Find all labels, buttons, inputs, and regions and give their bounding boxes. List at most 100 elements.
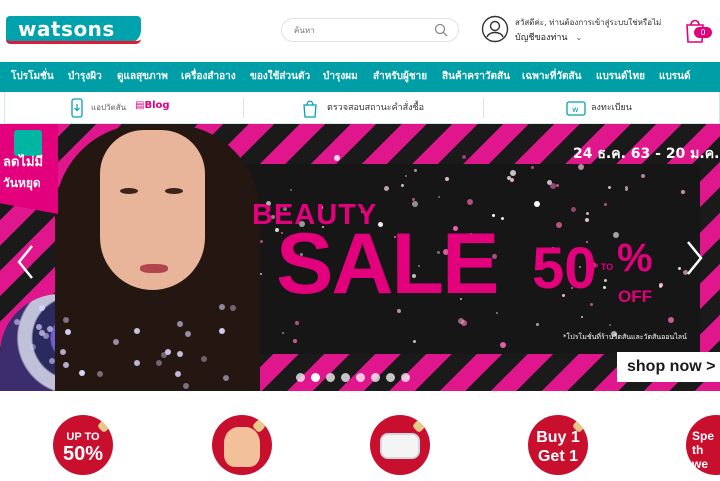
sequin-dot xyxy=(229,305,236,312)
main-nav: โปรโมชั่น บำรุงผิว ดูแลสุขภาพ เครื่องสำอ… xyxy=(0,62,720,92)
cart-count-badge: 0 xyxy=(694,27,712,38)
nav-item-skincare[interactable]: บำรุงผิว xyxy=(68,62,102,92)
confetti-dot xyxy=(580,315,583,318)
carousel-dot[interactable] xyxy=(371,373,380,382)
promo-bag-icon xyxy=(14,130,42,156)
carousel-dot[interactable] xyxy=(386,373,395,382)
carousel-dot[interactable] xyxy=(296,373,305,382)
sequin-dot xyxy=(46,326,53,333)
sequin-dot xyxy=(42,332,49,339)
sequin-dot xyxy=(62,361,69,368)
confetti-dot xyxy=(293,338,298,343)
search-icon[interactable] xyxy=(434,23,448,37)
confetti-dot xyxy=(536,322,540,326)
carousel-dot[interactable] xyxy=(341,373,350,382)
confetti-dot xyxy=(677,267,681,271)
promo-line2: วันหยุด xyxy=(3,176,41,190)
shopping-bag-icon xyxy=(303,100,317,118)
nav-item-watsons-exclusive[interactable]: เฉพาะที่วัตสัน xyxy=(522,62,581,92)
bow-icon xyxy=(411,418,427,434)
service-strip: แอปวัตสัน ตรวจสอบสถานะคำสั่งซื้อ w ลงทะเ… xyxy=(4,92,720,124)
confetti-dot xyxy=(590,302,594,306)
phone-icon xyxy=(71,98,83,118)
nav-item-haircare[interactable]: บำรุงผม xyxy=(323,62,358,92)
glove-icon xyxy=(224,427,260,467)
carousel-dot[interactable] xyxy=(401,373,410,382)
header: watsons สวัสดีค่ะ, ท่านต้องการเข้าสู่ระบ… xyxy=(0,0,720,62)
confetti-dot xyxy=(294,320,299,325)
sequin-dot xyxy=(30,343,37,350)
nav-item-health[interactable]: ดูแลสุขภาพ xyxy=(117,62,168,92)
sequin-dot xyxy=(133,327,140,334)
promo-note: *โปรโมชั่นที่ร้านวัตสันและวัตสันออนไลน์ xyxy=(563,333,687,341)
nav-item-promotion[interactable]: โปรโมชั่น xyxy=(11,62,54,92)
confetti-dot xyxy=(500,216,504,220)
category-gloves[interactable] xyxy=(212,415,272,475)
category-line2: th xyxy=(692,443,704,457)
confetti-dot xyxy=(603,202,607,206)
confetti-dot xyxy=(412,339,416,343)
carousel-dot[interactable] xyxy=(356,373,365,382)
chevron-right-icon[interactable] xyxy=(682,238,706,278)
confetti-dot xyxy=(603,278,607,282)
promo-line1: ลดไม่มี xyxy=(3,155,44,170)
category-line1: Spe xyxy=(692,429,715,443)
watsons-card-icon: w xyxy=(566,101,586,116)
confetti-dot xyxy=(467,198,474,205)
confetti-dot xyxy=(499,342,506,349)
category-masks[interactable] xyxy=(370,415,430,475)
nav-item-brands[interactable]: แบรนด์ xyxy=(659,62,691,92)
off-label: OFF xyxy=(618,287,652,306)
account-label: บัญชีของท่าน xyxy=(515,33,568,43)
nav-item-thai-brand[interactable]: แบรนด์ไทย xyxy=(596,62,645,92)
model-lips xyxy=(140,264,168,273)
greeting-text: สวัสดีค่ะ, ท่านต้องการเข้าสู่ระบบใช่หรือ… xyxy=(515,18,662,27)
model-eye xyxy=(165,188,183,194)
blog-link[interactable]: ▤Blog xyxy=(133,100,172,111)
nav-item-cosmetics[interactable]: เครื่องสำอาง xyxy=(181,62,236,92)
confetti-dot xyxy=(585,212,589,216)
category-line2: 50% xyxy=(62,443,104,465)
sequin-dot xyxy=(13,318,20,325)
mask-icon xyxy=(380,433,420,459)
divider xyxy=(243,98,244,118)
divider xyxy=(483,98,484,118)
app-download-link[interactable]: แอปวัตสัน xyxy=(91,92,126,124)
confetti-dot xyxy=(333,154,340,161)
category-line1: Buy 1 xyxy=(536,429,580,446)
sequin-dot xyxy=(161,351,168,358)
nav-item-men[interactable]: สำหรับผู้ชาย xyxy=(373,62,427,92)
category-special[interactable]: Spe th we xyxy=(686,415,720,475)
promo-tag: ลดไม่มี วันหยุด xyxy=(0,124,58,214)
search-box[interactable] xyxy=(281,18,459,42)
confetti-dot xyxy=(411,201,418,208)
sequin-dot xyxy=(177,320,184,327)
sequin-dot xyxy=(64,328,71,335)
search-input[interactable] xyxy=(294,23,434,38)
confetti-dot xyxy=(680,189,685,194)
account-menu[interactable]: บัญชีของท่าน ⌄ xyxy=(515,30,582,44)
category-discount[interactable]: UP TO 50% xyxy=(53,415,113,475)
sale-heading: SALE xyxy=(276,216,499,312)
sequin-dot xyxy=(48,357,55,364)
confetti-dot xyxy=(603,285,607,289)
confetti-dot xyxy=(260,239,263,243)
carousel-dot[interactable] xyxy=(311,373,320,382)
order-status-link[interactable]: ตรวจสอบสถานะคำสั่งซื้อ xyxy=(327,92,424,124)
register-link[interactable]: ลงทะเบียน xyxy=(591,92,632,124)
blog-label: Blog xyxy=(144,100,170,111)
confetti-dot xyxy=(555,184,559,188)
user-icon[interactable] xyxy=(481,15,509,43)
nav-item-personal-care[interactable]: ของใช้ส่วนตัว xyxy=(250,62,310,92)
percent-sign: % xyxy=(617,236,653,280)
chevron-down-icon: ⌄ xyxy=(575,33,583,42)
logo-swoosh xyxy=(6,39,141,44)
nav-item-watsons-brand[interactable]: สินค้าคราวัตสัน xyxy=(442,62,510,92)
carousel-dot[interactable] xyxy=(326,373,335,382)
chevron-left-icon[interactable] xyxy=(14,242,38,282)
confetti-dot xyxy=(461,154,466,159)
carousel-dots xyxy=(296,373,436,383)
category-buy1get1[interactable]: Buy 1 Get 1 xyxy=(528,415,588,475)
confetti-dot xyxy=(555,221,562,228)
shop-now-button[interactable]: shop now > xyxy=(617,352,720,382)
